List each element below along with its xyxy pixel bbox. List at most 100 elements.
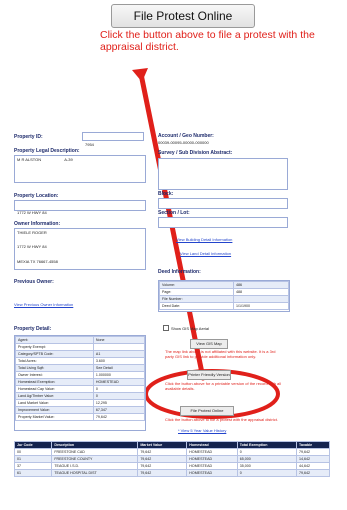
detail-row: Improvement Value: 67,347: [15, 406, 146, 414]
detail-row: Total Living Sqft: See Detail: [15, 364, 146, 372]
property-location-box: 1772 W HWY 84: [14, 200, 146, 215]
printer-friendly-button[interactable]: Printer Friendly Version: [187, 370, 231, 380]
legal-description-box: M R ALSTON A-39: [14, 155, 146, 183]
detail-row: Property Market Value: 79,642: [15, 413, 146, 421]
tax-header-row: Jur Code Description Market Value Homestead…: [13, 441, 330, 449]
deed-value: 486: [233, 281, 289, 289]
tax-cell: 14,642: [296, 455, 330, 463]
detail-key: Total Acres:: [15, 357, 94, 365]
tax-cell: 01: [13, 455, 53, 463]
tax-jurisdiction-table: Jur Code Description Market Value Homestead…: [13, 441, 330, 477]
detail-value: [92, 343, 146, 351]
block-box: [158, 198, 288, 209]
detail-key: Total Living Sqft:: [15, 364, 94, 372]
deed-row: Deed Date: 1/1/1900: [158, 302, 289, 310]
account-number-label: Account / Geo Number:: [158, 133, 214, 139]
deed-row: Page: 488: [158, 288, 289, 296]
detail-value: 0: [92, 392, 146, 400]
detail-key: Homestead Exemption:: [15, 378, 94, 386]
tax-cell: HOMESTEAD: [186, 462, 238, 470]
property-id-label: Property ID:: [14, 134, 43, 140]
detail-value: 67,347: [92, 406, 146, 414]
deed-value: 488: [233, 288, 289, 296]
owner-information-label: Owner Information:: [14, 221, 61, 227]
tax-cell: 35,000: [236, 462, 298, 470]
tax-header-cell: Homestead: [186, 441, 238, 449]
building-detail-link[interactable]: View Building Detail Information: [176, 237, 232, 242]
previous-owner-label: Previous Owner:: [14, 279, 54, 285]
detail-row: Category/SPTB Code: A1: [15, 350, 146, 358]
gis-checkbox[interactable]: [163, 325, 169, 331]
map-disclaimer: The map link above is not affiliated wit…: [165, 349, 276, 359]
value-history-link[interactable]: * View 5 Year Value History: [178, 428, 226, 433]
detail-value: None: [92, 336, 146, 344]
detail-value: See Detail: [92, 364, 146, 372]
tax-cell: 79,642: [137, 455, 188, 463]
detail-key: Land Market Value:: [15, 399, 94, 407]
legal-description-label: Property Legal Description:: [14, 148, 80, 154]
tax-cell: 37: [13, 462, 53, 470]
detail-value: 1.000000: [92, 371, 146, 379]
deed-key: File Number:: [158, 295, 235, 303]
tax-row: 37 TEAGUE I.S.D. 79,642 HOMESTEAD 35,000 44,6…: [13, 462, 330, 470]
deed-key: Volume:: [158, 281, 235, 289]
detail-key: Land Ag/Timber Value:: [15, 392, 94, 400]
tax-cell: FREESTONE COUNTY: [51, 455, 139, 463]
tax-cell: 79,642: [137, 462, 188, 470]
property-detail-table: Agent: None Property Exempt: Category/SPTB …: [14, 335, 146, 431]
file-protest-button-small[interactable]: File Protest Online: [180, 406, 234, 416]
detail-key: Owner Interest:: [15, 371, 94, 379]
detail-key: Agent:: [15, 336, 94, 344]
survey-abstract-box: [158, 158, 288, 190]
tax-header-cell: Total Exemption: [236, 441, 298, 449]
gis-map-toggle[interactable]: Show GIS Map Aerial: [163, 325, 209, 331]
tax-header-cell: Taxable: [296, 441, 330, 449]
tax-cell: TEAGUE HOSPITAL DIST: [51, 469, 139, 477]
detail-value: A1: [92, 350, 146, 358]
detail-row: Property Exempt:: [15, 343, 146, 351]
protest-note-small: Click the button above to file a protest…: [165, 417, 278, 422]
detail-value: HOMESTEAD: [92, 378, 146, 386]
detail-value: 12,295: [92, 399, 146, 407]
detail-row: Land Market Value: 12,295: [15, 399, 146, 407]
tax-cell: HOMESTEAD: [186, 455, 238, 463]
deed-information-table: Volume: 486 Page: 488 File Number: Deed Date:…: [158, 280, 290, 312]
deed-value: [233, 295, 289, 303]
detail-row: Agent: None: [15, 336, 146, 344]
deed-row: File Number:: [158, 295, 289, 303]
detail-row: Homestead Cap Value: 0: [15, 385, 146, 393]
property-id-field: 7954: [82, 132, 144, 147]
tax-cell: FREESTONE CAD: [51, 448, 139, 456]
tax-cell: HOMESTEAD: [186, 448, 238, 456]
detail-row: Homestead Exemption: HOMESTEAD: [15, 378, 146, 386]
deed-key: Deed Date:: [158, 302, 235, 310]
survey-abstract-label: Survey / Sub Division Abstract:: [158, 150, 233, 156]
tax-header-cell: Description: [51, 441, 139, 449]
land-detail-link[interactable]: View Land Detail Information: [180, 251, 231, 256]
account-number-value: 00039-00095-00000-000000: [158, 140, 209, 145]
detail-value: 3.600: [92, 357, 146, 365]
tax-cell: TEAGUE I.S.D.: [51, 462, 139, 470]
view-gis-map-button[interactable]: View GIS Map: [190, 339, 228, 349]
print-note: Click the button above for a printable v…: [165, 381, 282, 391]
tax-cell: 44,642: [296, 462, 330, 470]
deed-value: 1/1/1900: [233, 302, 289, 310]
tax-cell: 79,642: [137, 448, 188, 456]
detail-key: Category/SPTB Code:: [15, 350, 94, 358]
tax-row: 01 FREESTONE COUNTY 79,642 HOMESTEAD 65,000 1…: [13, 455, 330, 463]
tax-cell: 65,000: [236, 455, 298, 463]
detail-row: Land Ag/Timber Value: 0: [15, 392, 146, 400]
tax-cell: 00: [13, 448, 53, 456]
tax-row: 00 FREESTONE CAD 79,642 HOMESTEAD 0 79,642: [13, 448, 330, 456]
owner-information-box: THIELE ROGER 1772 W HWY 84 MEXIA TX 7666…: [14, 228, 146, 270]
gis-checkbox-label: Show GIS Map Aerial: [171, 325, 210, 331]
deed-key: Page:: [158, 288, 235, 296]
detail-row: Owner Interest: 1.000000: [15, 371, 146, 379]
previous-owner-link[interactable]: View Previous Owner Information: [14, 302, 73, 307]
detail-value: 0: [92, 385, 146, 393]
tax-cell: 0: [236, 469, 298, 477]
tax-row: 61 TEAGUE HOSPITAL DIST 79,642 HOMESTEAD 0 79…: [13, 469, 330, 477]
tax-header-cell: Jur Code: [13, 441, 53, 449]
detail-key: Property Exempt:: [15, 343, 94, 351]
block-label: Block:: [158, 191, 174, 197]
